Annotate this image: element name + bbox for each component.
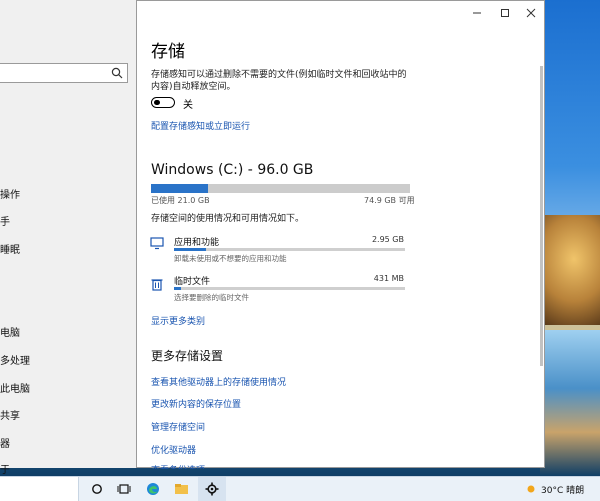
nav-item-9[interactable]: 于: [0, 461, 10, 476]
find-setting-input[interactable]: [0, 63, 128, 83]
toggle-state-label: 关: [183, 100, 193, 111]
close-button[interactable]: [519, 7, 543, 23]
trash-icon: [151, 279, 163, 291]
taskbar-search-box[interactable]: [0, 477, 79, 501]
category-size: 2.95 GB: [371, 235, 404, 244]
maximize-button[interactable]: [493, 7, 517, 23]
nav-item-4[interactable]: 电脑: [0, 324, 20, 339]
cortana-button[interactable]: [86, 480, 108, 498]
drive-used-text: 已使用 21.0 GB: [151, 196, 210, 205]
configure-storage-sense-link[interactable]: 配置存储感知或立即运行: [151, 119, 250, 132]
category-sub: 卸载未使用或不想要的应用和功能: [174, 254, 287, 263]
nav-item-7[interactable]: 共享: [0, 407, 20, 422]
background-settings-window: 操作 手 睡眠 电脑 多处理 此电脑 共享 器 于: [0, 0, 137, 476]
settings-button[interactable]: [201, 480, 223, 498]
drive-free-text: 74.9 GB 可用: [364, 196, 415, 205]
minimize-icon: [473, 12, 481, 14]
file-explorer-button[interactable]: [170, 480, 192, 498]
close-icon: [526, 8, 536, 18]
edge-button[interactable]: [142, 480, 164, 498]
toggle-knob: [154, 99, 160, 105]
category-bar-fill: [174, 248, 207, 251]
storage-sense-toggle[interactable]: [151, 97, 175, 108]
maximize-icon: [501, 9, 509, 17]
settings-gear-icon: [205, 482, 219, 496]
category-label: 应用和功能: [174, 238, 220, 248]
task-view-icon: [117, 484, 131, 494]
file-explorer-icon: [174, 484, 188, 494]
search-icon: [111, 67, 123, 79]
storage-sense-description: 存储感知可以通过删除不需要的文件(例如临时文件和回收站中的内容)自动释放空间。: [151, 70, 407, 92]
edge-icon: [147, 483, 159, 495]
more-storage-settings-heading: 更多存储设置: [151, 349, 224, 363]
nav-item-1[interactable]: 操作: [0, 186, 20, 201]
task-view-button[interactable]: [113, 480, 135, 498]
category-bar-fill: [174, 287, 181, 290]
nav-item-5[interactable]: 多处理: [0, 352, 30, 367]
category-bar: [174, 287, 405, 290]
optimize-drives-link[interactable]: 优化驱动器: [151, 443, 196, 456]
scrollbar[interactable]: [540, 66, 543, 366]
usage-caption: 存储空间的使用情况和可用情况如下。: [151, 214, 305, 224]
wallpaper-sea: [540, 330, 600, 476]
sun-weather-icon: [527, 485, 535, 493]
minimize-button[interactable]: [465, 7, 489, 23]
drive-title: Windows (C:) - 96.0 GB: [151, 162, 314, 178]
circle-search-icon: [92, 484, 102, 494]
category-label: 临时文件: [174, 277, 211, 287]
drive-usage-fill: [151, 184, 208, 193]
storage-settings-window: 存储 存储感知可以通过删除不需要的文件(例如临时文件和回收站中的内容)自动释放空…: [136, 0, 545, 469]
drive-usage-bar: [151, 184, 410, 193]
page-title: 存储: [151, 42, 185, 62]
nav-item-8[interactable]: 器: [0, 435, 10, 450]
show-more-categories-link[interactable]: 显示更多类别: [151, 314, 205, 327]
manage-storage-spaces-link[interactable]: 管理存储空间: [151, 420, 205, 433]
save-location-link[interactable]: 更改新内容的保存位置: [151, 397, 241, 410]
other-drives-link[interactable]: 查看其他驱动器上的存储使用情况: [151, 375, 286, 388]
category-size: 431 MB: [373, 274, 404, 283]
nav-item-2[interactable]: 手: [0, 213, 10, 228]
category-bar: [174, 248, 405, 251]
monitor-icon: [150, 237, 164, 250]
backup-options-link[interactable]: 查看备份选项: [151, 463, 205, 469]
nav-item-6[interactable]: 此电脑: [0, 380, 30, 395]
nav-item-3[interactable]: 睡眠: [0, 241, 20, 256]
taskbar: 30°C 晴朗: [0, 476, 600, 501]
category-sub: 选择要删除的临时文件: [174, 293, 249, 302]
weather-text[interactable]: 30°C 晴朗: [541, 483, 584, 496]
